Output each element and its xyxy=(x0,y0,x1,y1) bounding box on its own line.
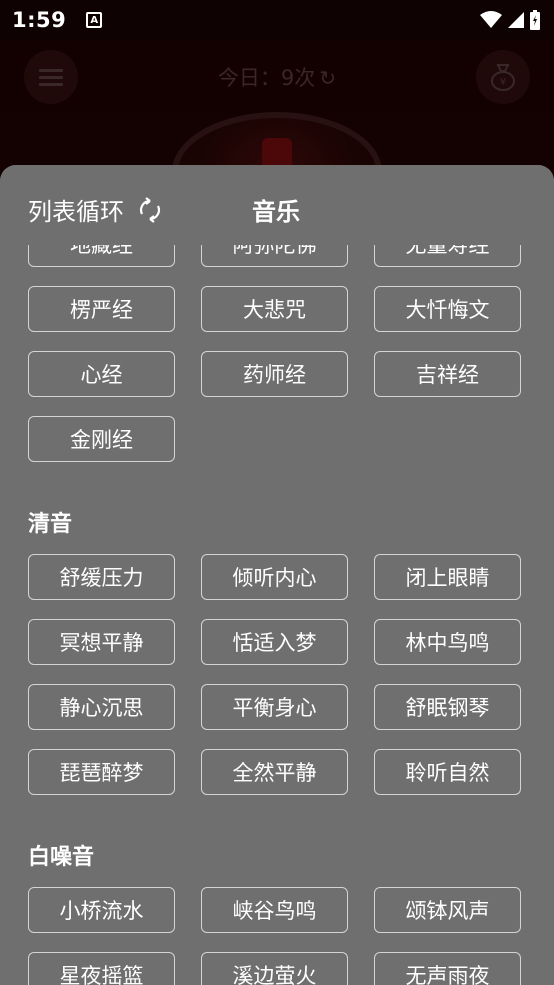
music-section: 清音舒缓压力 倾听内心 闭上眼睛冥想平静 恬适入梦 林中鸟鸣静心沉思 平衡身心 舒眠钢琴琵琶… xyxy=(0,510,554,795)
wifi-icon xyxy=(480,11,502,28)
music-section: 白噪音小桥流水 峡谷鸟鸣 颂钵风声星夜摇篮 溪边萤火 无声雨夜 xyxy=(0,843,554,985)
track-button[interactable]: 大悲咒 xyxy=(201,286,348,332)
track-button[interactable]: 溪边萤火 xyxy=(201,952,348,985)
status-bar: 1:59 A xyxy=(0,0,554,40)
track-grid: 地藏经 阿弥陀佛 无量寿经楞严经 大悲咒 大忏悔文心经 药师经 吉祥经金刚经 xyxy=(28,245,526,462)
section-title: 清音 xyxy=(28,512,73,537)
track-button[interactable]: 心经 xyxy=(28,351,175,397)
track-button[interactable]: 星夜摇篮 xyxy=(28,952,175,985)
track-button[interactable]: 静心沉思 xyxy=(28,684,175,730)
track-button[interactable]: 冥想平静 xyxy=(28,619,175,665)
track-button[interactable]: 金刚经 xyxy=(28,416,175,462)
track-button[interactable]: 全然平静 xyxy=(201,749,348,795)
music-section: 地藏经 阿弥陀佛 无量寿经楞严经 大悲咒 大忏悔文心经 药师经 吉祥经金刚经 xyxy=(0,245,554,462)
music-list[interactable]: 地藏经 阿弥陀佛 无量寿经楞严经 大悲咒 大忏悔文心经 药师经 吉祥经金刚经清音舒缓压力 倾听… xyxy=(0,245,554,985)
track-button[interactable]: 小桥流水 xyxy=(28,887,175,933)
track-button[interactable]: 阿弥陀佛 xyxy=(201,245,348,267)
track-button[interactable]: 颂钵风声 xyxy=(374,887,521,933)
track-button[interactable]: 舒缓压力 xyxy=(28,554,175,600)
sheet-header: 列表循环 音乐 xyxy=(0,165,554,245)
signal-icon xyxy=(508,12,524,28)
track-button[interactable]: 林中鸟鸣 xyxy=(374,619,521,665)
sheet-title: 音乐 xyxy=(252,198,300,226)
track-button[interactable]: 恬适入梦 xyxy=(201,619,348,665)
music-sheet: 列表循环 音乐 地藏经 阿弥陀佛 无量寿经楞严经 大悲咒 大忏悔文心经 药师经 吉祥经金刚经… xyxy=(0,165,554,985)
track-button[interactable]: 舒眠钢琴 xyxy=(374,684,521,730)
track-button[interactable]: 地藏经 xyxy=(28,245,175,267)
loop-icon xyxy=(139,196,161,223)
music-list-content: 地藏经 阿弥陀佛 无量寿经楞严经 大悲咒 大忏悔文心经 药师经 吉祥经金刚经清音舒缓压力 倾听… xyxy=(0,245,554,985)
section-title: 白噪音 xyxy=(28,845,95,870)
track-grid: 舒缓压力 倾听内心 闭上眼睛冥想平静 恬适入梦 林中鸟鸣静心沉思 平衡身心 舒眠钢琴琵琶醉梦… xyxy=(28,554,526,795)
status-time: 1:59 xyxy=(12,8,67,32)
track-button[interactable]: 聆听自然 xyxy=(374,749,521,795)
track-button[interactable]: 平衡身心 xyxy=(201,684,348,730)
track-button[interactable]: 楞严经 xyxy=(28,286,175,332)
track-button[interactable]: 无量寿经 xyxy=(374,245,521,267)
track-button[interactable]: 琵琶醉梦 xyxy=(28,749,175,795)
battery-icon xyxy=(530,10,540,30)
track-button[interactable]: 峡谷鸟鸣 xyxy=(201,887,348,933)
track-button[interactable]: 闭上眼睛 xyxy=(374,554,521,600)
loop-mode-toggle[interactable]: 列表循环 xyxy=(28,192,166,227)
track-grid: 小桥流水 峡谷鸟鸣 颂钵风声星夜摇篮 溪边萤火 无声雨夜 xyxy=(28,887,526,985)
status-indicators xyxy=(480,10,540,30)
loop-mode-label: 列表循环 xyxy=(28,198,124,226)
notification-icon: A xyxy=(86,12,103,28)
track-button[interactable]: 无声雨夜 xyxy=(374,952,521,985)
track-button[interactable]: 大忏悔文 xyxy=(374,286,521,332)
track-button[interactable]: 倾听内心 xyxy=(201,554,348,600)
track-button[interactable]: 吉祥经 xyxy=(374,351,521,397)
track-button[interactable]: 药师经 xyxy=(201,351,348,397)
